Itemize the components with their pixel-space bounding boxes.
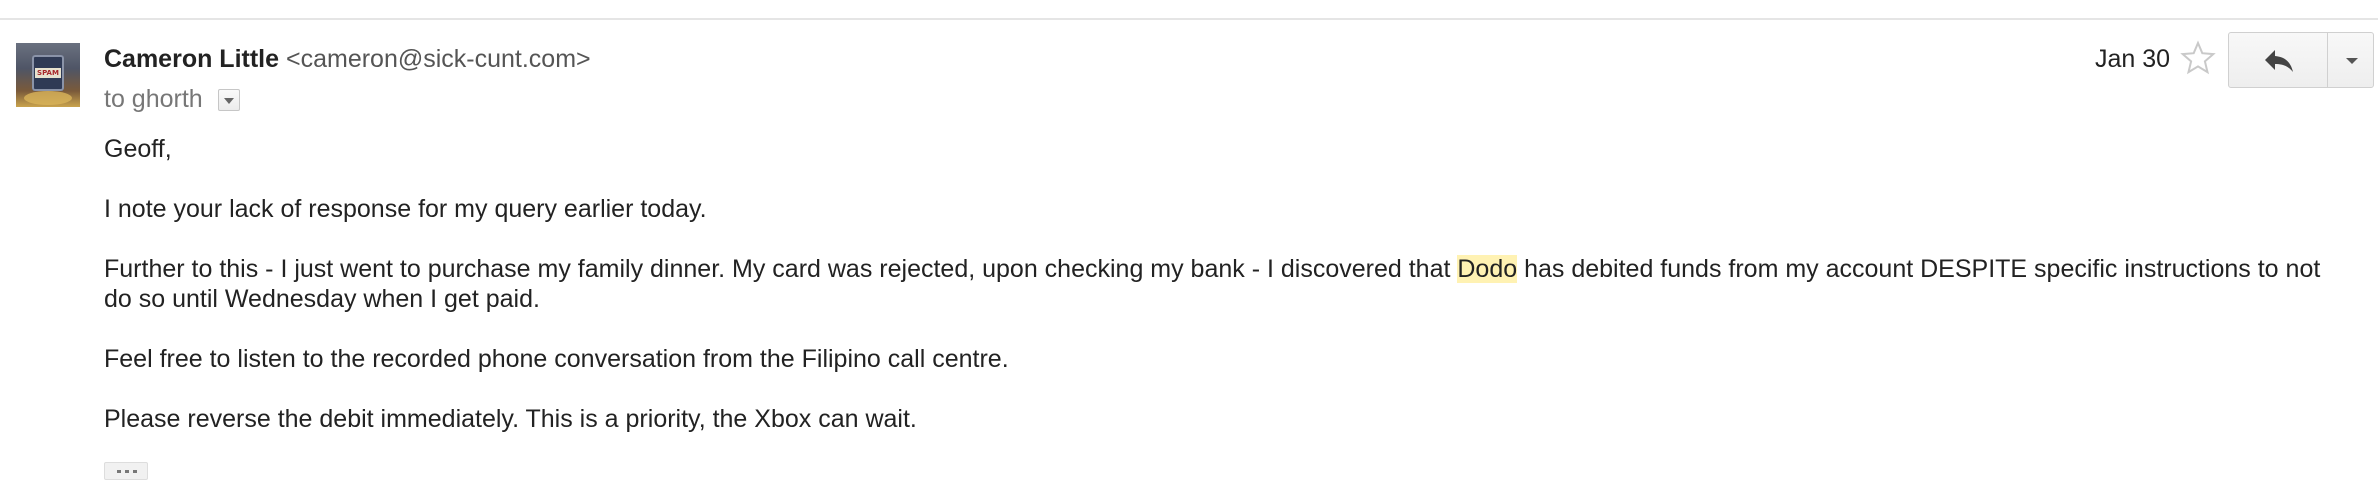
message-date[interactable]: Jan 30 (2070, 44, 2170, 74)
ellipsis-dot (117, 470, 121, 473)
reply-button[interactable] (2228, 32, 2328, 88)
sender-email: <cameron@sick-cunt.com> (285, 45, 591, 73)
body-paragraph-2-before: Further to this - I just went to purchas… (104, 255, 1458, 283)
body-paragraph-1: I note your lack of response for my quer… (104, 195, 707, 223)
star-icon[interactable] (2180, 40, 2216, 76)
body-paragraph-3: Feel free to listen to the recorded phon… (104, 345, 1009, 373)
recipient-line: to ghorth (104, 85, 203, 113)
more-options-chevron-down-icon[interactable] (2327, 32, 2374, 88)
avatar-label: SPAM (35, 68, 61, 78)
search-highlight: Dodo (1457, 255, 1518, 283)
ellipsis-dot (133, 470, 137, 473)
ellipsis-dot (125, 470, 129, 473)
show-trimmed-content-ellipsis-icon[interactable] (104, 462, 148, 480)
reply-icon (2265, 50, 2293, 72)
message-body: Geoff, I note your lack of response for … (104, 134, 2344, 464)
sender-line: Cameron Little <cameron@sick-cunt.com> (104, 44, 591, 74)
body-paragraph-4: Please reverse the debit immediately. Th… (104, 405, 917, 433)
reply-button-group (2228, 32, 2374, 88)
sender-name[interactable]: Cameron Little (104, 45, 279, 73)
star-outline-icon (2180, 40, 2216, 75)
body-paragraph-2: Further to this - I just went to purchas… (104, 254, 2344, 314)
message-divider (0, 18, 2378, 20)
avatar-glow (24, 91, 72, 105)
avatar[interactable]: SPAM (16, 43, 80, 107)
greeting: Geoff, (104, 135, 172, 163)
show-details-chevron-down-icon[interactable] (218, 89, 240, 111)
